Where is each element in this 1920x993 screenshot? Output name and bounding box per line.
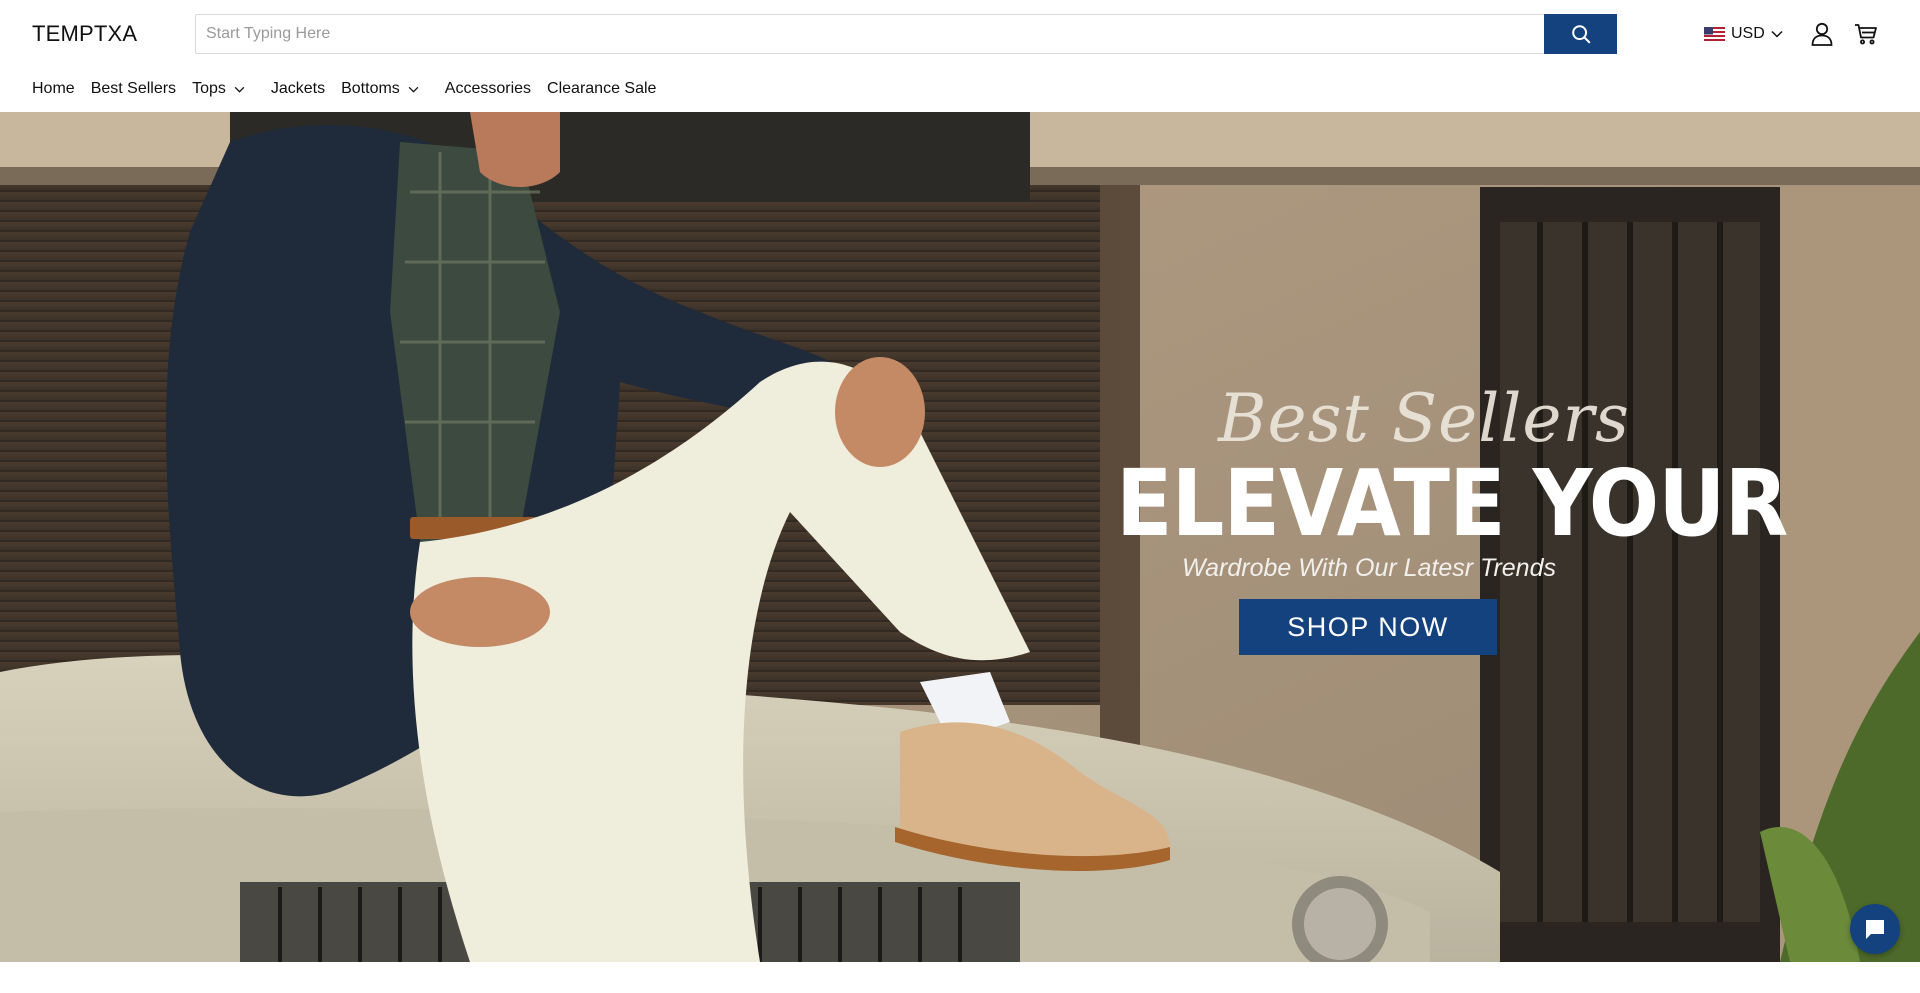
- hero-subtitle: Wardrobe With Our Latesr Trends: [1182, 554, 1556, 582]
- nav-item-bottoms[interactable]: Bottoms: [341, 80, 419, 98]
- nav-item-clearance-sale[interactable]: Clearance Sale: [547, 80, 656, 98]
- currency-selector[interactable]: USD: [1704, 23, 1783, 45]
- brand-logo[interactable]: TEMPTXA: [32, 20, 137, 48]
- site-header: TEMPTXA USD: [0, 0, 1920, 112]
- nav-item-label: Accessories: [444, 80, 532, 97]
- nav-item-best-sellers[interactable]: Best Sellers: [91, 80, 176, 98]
- hero-headline: ELEVATE YOUR: [1116, 450, 1788, 557]
- search-input[interactable]: [196, 15, 1544, 53]
- user-icon: [1811, 22, 1833, 46]
- nav-item-label: Jackets: [270, 80, 326, 97]
- hero-banner[interactable]: Best Sellers ELEVATE YOUR Wardrobe With …: [0, 112, 1920, 962]
- chevron-down-icon: [1771, 30, 1783, 38]
- nav-item-accessories[interactable]: Accessories: [445, 80, 531, 98]
- account-button[interactable]: [1808, 20, 1836, 48]
- nav-item-label: Bottoms: [341, 80, 400, 97]
- cart-icon: [1854, 23, 1878, 45]
- us-flag-icon: [1704, 27, 1725, 41]
- chevron-down-icon: [408, 86, 419, 93]
- search-icon: [1570, 23, 1592, 45]
- nav-item-label: Tops: [192, 80, 226, 97]
- nav-item-label: Clearance Sale: [547, 80, 657, 97]
- nav-item-tops[interactable]: Tops: [192, 80, 245, 98]
- shop-now-button[interactable]: SHOP NOW: [1239, 599, 1497, 655]
- cart-button[interactable]: [1852, 20, 1880, 48]
- currency-code: USD: [1731, 25, 1765, 42]
- nav-item-label: Best Sellers: [90, 80, 177, 97]
- chat-button[interactable]: [1850, 904, 1900, 954]
- main-nav: Home Best Sellers Tops Jackets Bottoms A…: [32, 78, 656, 100]
- chat-bubble-icon: [1863, 917, 1887, 941]
- nav-item-jackets[interactable]: Jackets: [271, 80, 325, 98]
- search-bar: [195, 14, 1617, 54]
- chevron-down-icon: [234, 86, 245, 93]
- hero-script-title: Best Sellers: [1218, 380, 1630, 457]
- nav-item-label: Home: [32, 80, 75, 97]
- nav-item-home[interactable]: Home: [32, 80, 75, 98]
- search-button[interactable]: [1544, 14, 1617, 54]
